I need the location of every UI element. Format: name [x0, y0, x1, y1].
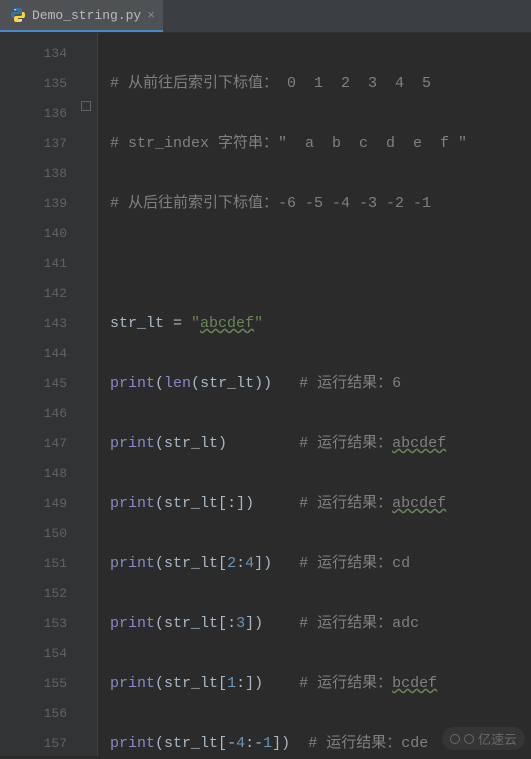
- file-tab[interactable]: Demo_string.py ×: [0, 0, 163, 32]
- line-number: 146: [0, 399, 67, 429]
- close-icon[interactable]: ×: [147, 8, 155, 23]
- logo-icon: [464, 734, 474, 744]
- code-area[interactable]: # 从前往后索引下标值： 0 1 2 3 4 5 # str_index 字符串…: [98, 33, 531, 756]
- line-number: 151: [0, 549, 67, 579]
- line-number: 154: [0, 639, 67, 669]
- line-number: 135: [0, 69, 67, 99]
- tab-filename: Demo_string.py: [32, 8, 141, 23]
- line-number: 143: [0, 309, 67, 339]
- line-number: 137: [0, 129, 67, 159]
- line-number: 136: [0, 99, 67, 129]
- watermark: 亿速云: [442, 727, 525, 750]
- line-number: 144: [0, 339, 67, 369]
- line-number: 142: [0, 279, 67, 309]
- logo-icon: [450, 734, 460, 744]
- line-number-gutter: 1341351361371381391401411421431441451461…: [0, 33, 98, 756]
- fold-indicator-icon[interactable]: [81, 101, 91, 111]
- line-number: 152: [0, 579, 67, 609]
- line-number: 157: [0, 729, 67, 759]
- line-number: 147: [0, 429, 67, 459]
- line-number: 145: [0, 369, 67, 399]
- line-number: 140: [0, 219, 67, 249]
- line-number: 141: [0, 249, 67, 279]
- watermark-text: 亿速云: [478, 729, 517, 748]
- line-number: 138: [0, 159, 67, 189]
- line-number: 134: [0, 39, 67, 69]
- line-number: 156: [0, 699, 67, 729]
- line-number: 139: [0, 189, 67, 219]
- line-number: 155: [0, 669, 67, 699]
- line-number: 150: [0, 519, 67, 549]
- python-file-icon: [10, 7, 26, 23]
- line-number: 153: [0, 609, 67, 639]
- line-number: 149: [0, 489, 67, 519]
- tab-bar: Demo_string.py ×: [0, 0, 531, 33]
- code-editor[interactable]: 1341351361371381391401411421431441451461…: [0, 33, 531, 756]
- line-number: 148: [0, 459, 67, 489]
